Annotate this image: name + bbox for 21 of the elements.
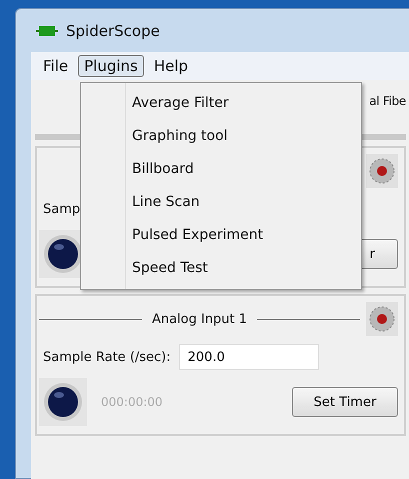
menu-item[interactable]: Help [148, 55, 194, 77]
menu-item[interactable]: Plugins [78, 55, 144, 77]
app-icon [36, 26, 58, 36]
record-icon[interactable] [366, 154, 398, 188]
menu-option[interactable]: Line Scan [132, 188, 264, 221]
start-button[interactable] [39, 378, 87, 426]
menu-option[interactable]: Average Filter [132, 89, 264, 122]
menu-option[interactable]: Speed Test [132, 254, 264, 287]
set-timer-button[interactable]: Set Timer [292, 387, 398, 417]
sample-rate-label: Samp [43, 202, 80, 216]
sample-rate-label: Sample Rate (/sec): [43, 350, 171, 364]
panel-title: Analog Input 1 [152, 312, 248, 326]
sample-rate-field[interactable]: 200.0 [178, 344, 319, 370]
menu-option[interactable]: Graphing tool [132, 122, 264, 155]
toolbar-label: al Fibe [369, 94, 406, 108]
timer-display: 000:00:00 [101, 395, 163, 409]
menu-option[interactable]: Pulsed Experiment [132, 221, 264, 254]
record-icon[interactable] [366, 302, 398, 336]
menu-option[interactable]: Billboard [132, 155, 264, 188]
menu-item[interactable]: File [37, 55, 74, 77]
window-title: SpiderScope [66, 22, 160, 40]
